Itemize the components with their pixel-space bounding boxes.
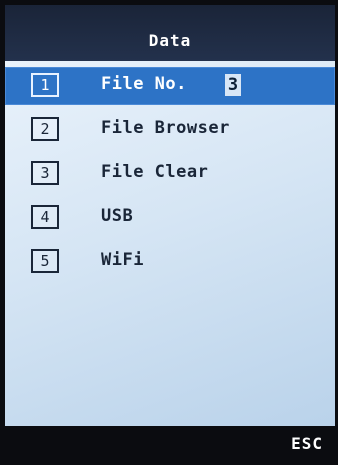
menu-item-wifi[interactable]: 5 WiFi [5,243,335,281]
item-number-box: 1 [31,73,59,97]
menu-item-file-clear[interactable]: 3 File Clear [5,155,335,193]
menu-item-label: File No. [101,74,187,94]
item-number-box: 5 [31,249,59,273]
menu-item-label: File Clear [101,162,209,182]
item-number-box: 3 [31,161,59,185]
menu-item-usb[interactable]: 4 USB [5,199,335,237]
device-frame: Data 1 File No. 3 2 File Browser 3 File … [0,0,338,465]
item-number-box: 2 [31,117,59,141]
esc-button[interactable]: ESC [291,434,323,453]
menu-list: 1 File No. 3 2 File Browser 3 File Clear… [5,61,335,431]
file-no-value[interactable]: 3 [225,74,241,96]
menu-item-label: File Browser [101,118,230,138]
menu-item-label: USB [101,206,134,226]
header-bar: Data [5,5,335,61]
item-number-box: 4 [31,205,59,229]
screen: Data 1 File No. 3 2 File Browser 3 File … [5,5,335,460]
menu-item-file-no[interactable]: 1 File No. 3 [5,67,335,105]
page-title: Data [148,31,192,50]
menu-item-file-browser[interactable]: 2 File Browser [5,111,335,149]
menu-item-label: WiFi [101,250,144,270]
footer-bar: ESC [5,426,335,460]
